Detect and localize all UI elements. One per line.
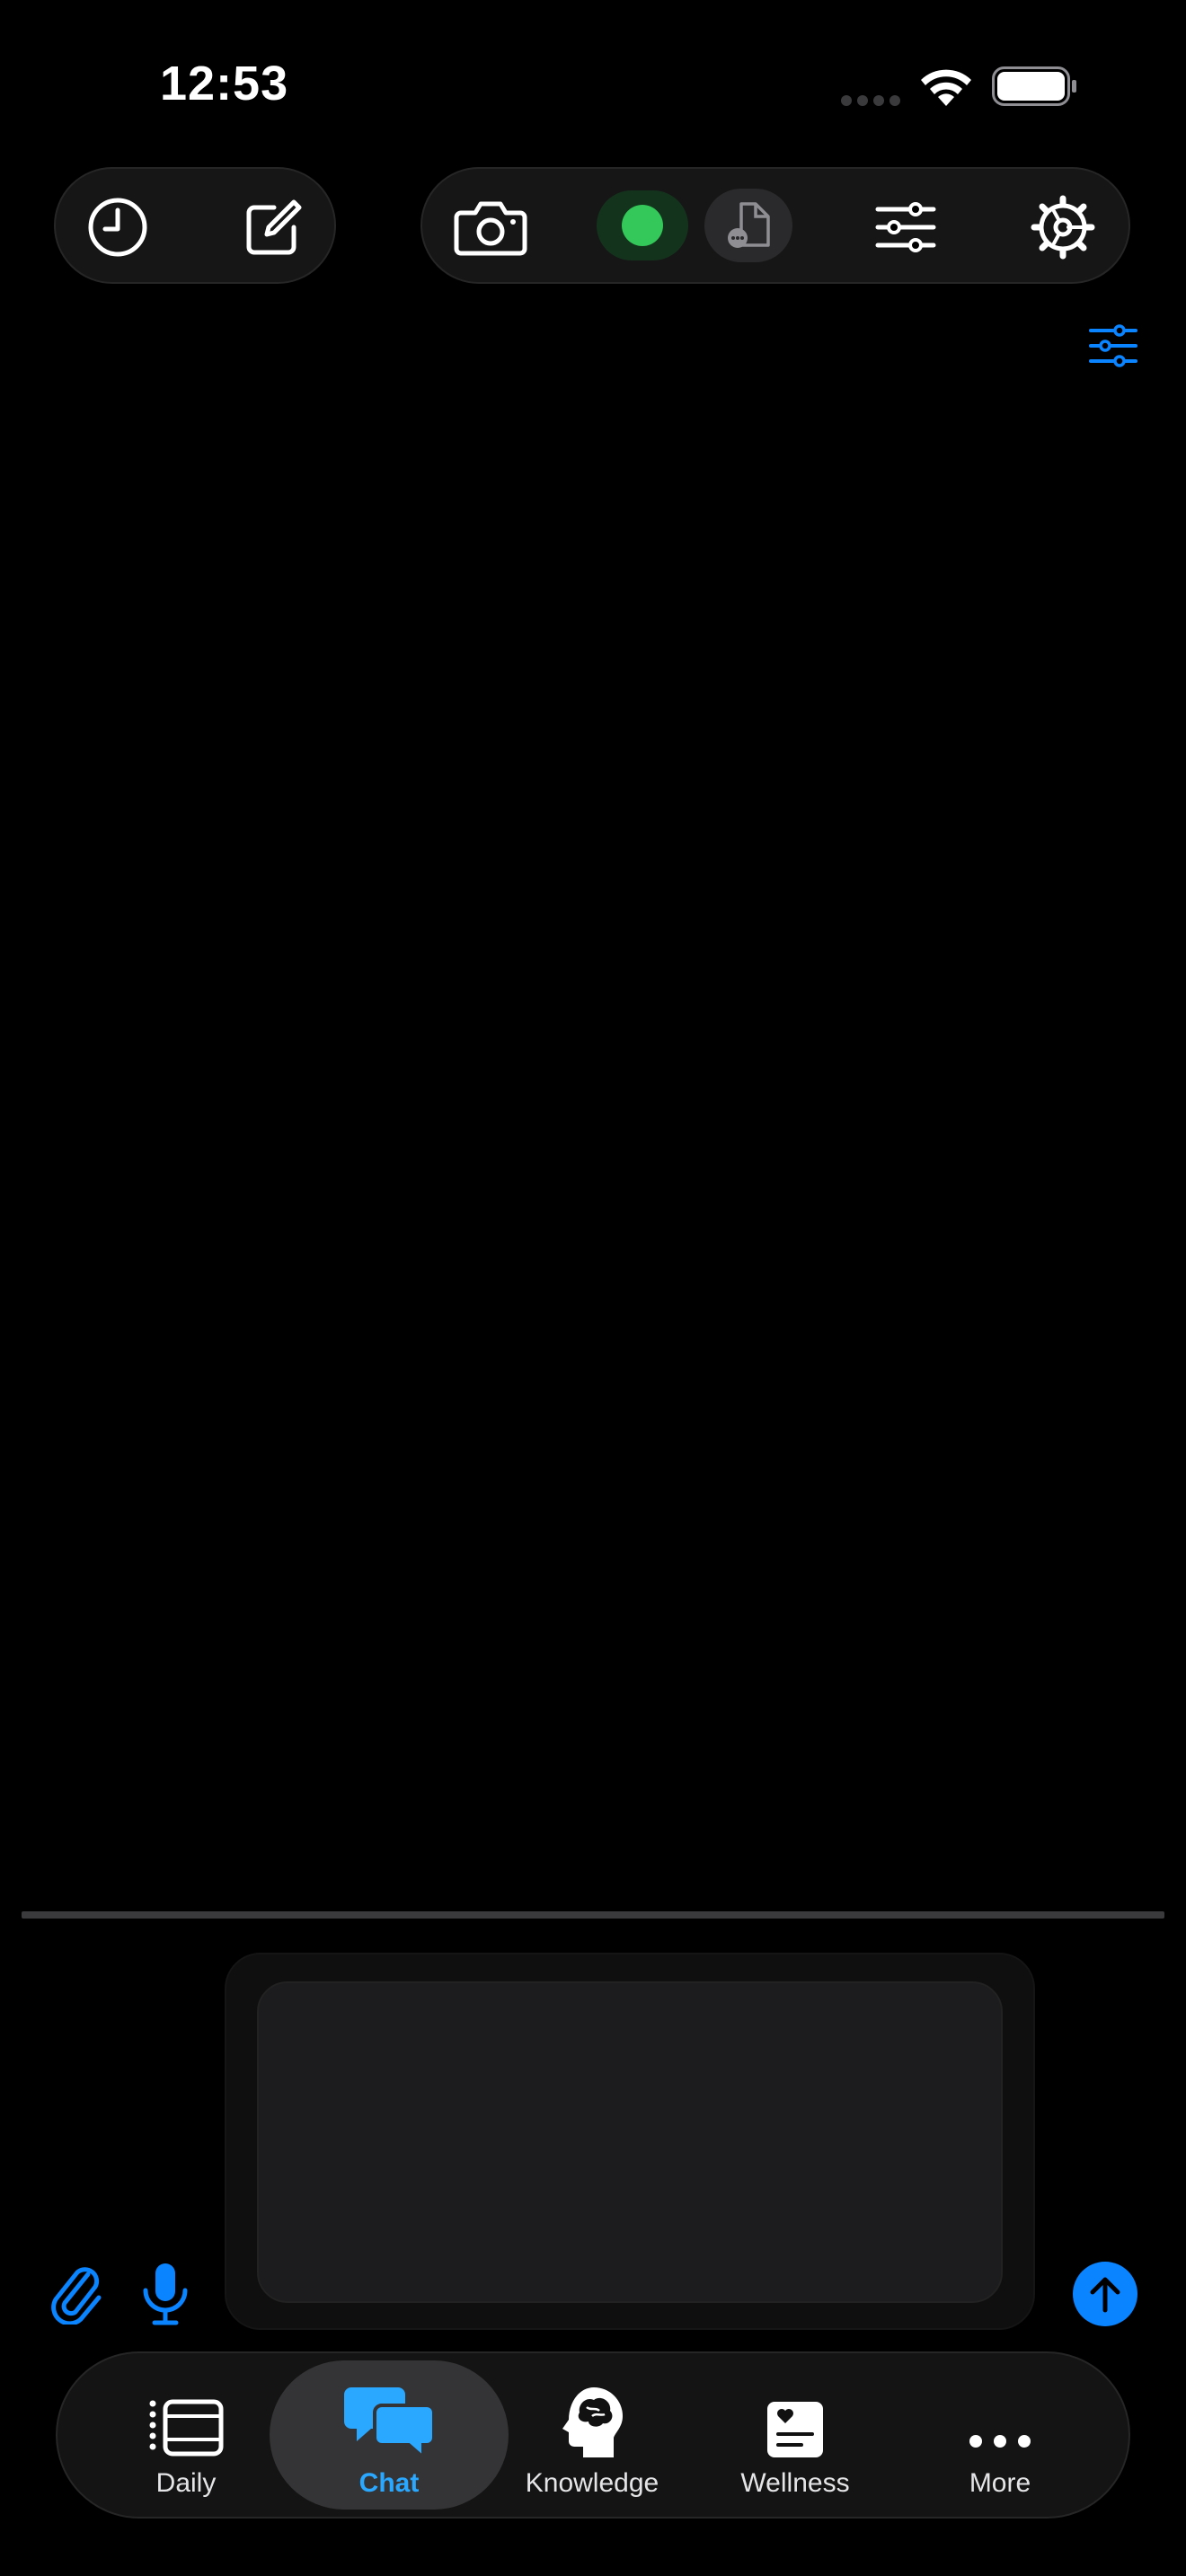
settings-button[interactable] bbox=[1030, 194, 1096, 260]
daily-list-icon bbox=[149, 2399, 224, 2457]
chat-filter-button[interactable] bbox=[1087, 323, 1139, 368]
wellness-card-icon bbox=[767, 2402, 823, 2457]
gear-icon bbox=[1031, 195, 1095, 260]
tab-label: Knowledge bbox=[525, 2468, 659, 2498]
camera-icon bbox=[454, 201, 527, 256]
new-chat-button[interactable] bbox=[241, 196, 305, 260]
arrow-up-icon bbox=[1090, 2277, 1120, 2313]
tab-daily[interactable]: Daily bbox=[111, 2360, 261, 2510]
chat-bubbles-icon bbox=[344, 2387, 434, 2459]
tab-chat[interactable]: Chat bbox=[270, 2360, 509, 2510]
battery-icon bbox=[992, 66, 1076, 106]
document-icon bbox=[728, 202, 770, 248]
tab-label: Daily bbox=[155, 2468, 217, 2498]
status-indicator bbox=[622, 205, 663, 246]
message-input[interactable] bbox=[257, 1981, 1003, 2303]
status-bar: 12:53 bbox=[0, 0, 1186, 162]
microphone-button[interactable] bbox=[140, 2262, 190, 2328]
document-button[interactable] bbox=[704, 189, 792, 262]
history-button[interactable] bbox=[86, 196, 149, 259]
tab-wellness[interactable]: Wellness bbox=[710, 2360, 881, 2510]
adjustments-button[interactable] bbox=[873, 198, 938, 257]
tab-label: More bbox=[969, 2468, 1031, 2498]
send-button[interactable] bbox=[1073, 2262, 1137, 2326]
compose-icon bbox=[246, 199, 302, 255]
wifi-icon bbox=[921, 69, 971, 106]
attach-button[interactable] bbox=[47, 2262, 104, 2325]
more-dots-icon bbox=[969, 2435, 1031, 2448]
tab-label: Wellness bbox=[740, 2468, 850, 2498]
sliders-icon bbox=[875, 202, 936, 252]
tab-more[interactable]: More bbox=[924, 2360, 1076, 2510]
tab-knowledge[interactable]: Knowledge bbox=[509, 2360, 676, 2510]
status-time: 12:53 bbox=[160, 57, 289, 110]
connection-status-toggle[interactable] bbox=[597, 190, 688, 260]
tab-label: Chat bbox=[358, 2468, 420, 2498]
cellular-signal-icon bbox=[841, 95, 900, 106]
clock-icon bbox=[88, 198, 147, 257]
composer-divider bbox=[22, 1911, 1164, 1919]
brain-head-icon bbox=[562, 2387, 623, 2457]
camera-button[interactable] bbox=[453, 198, 528, 257]
